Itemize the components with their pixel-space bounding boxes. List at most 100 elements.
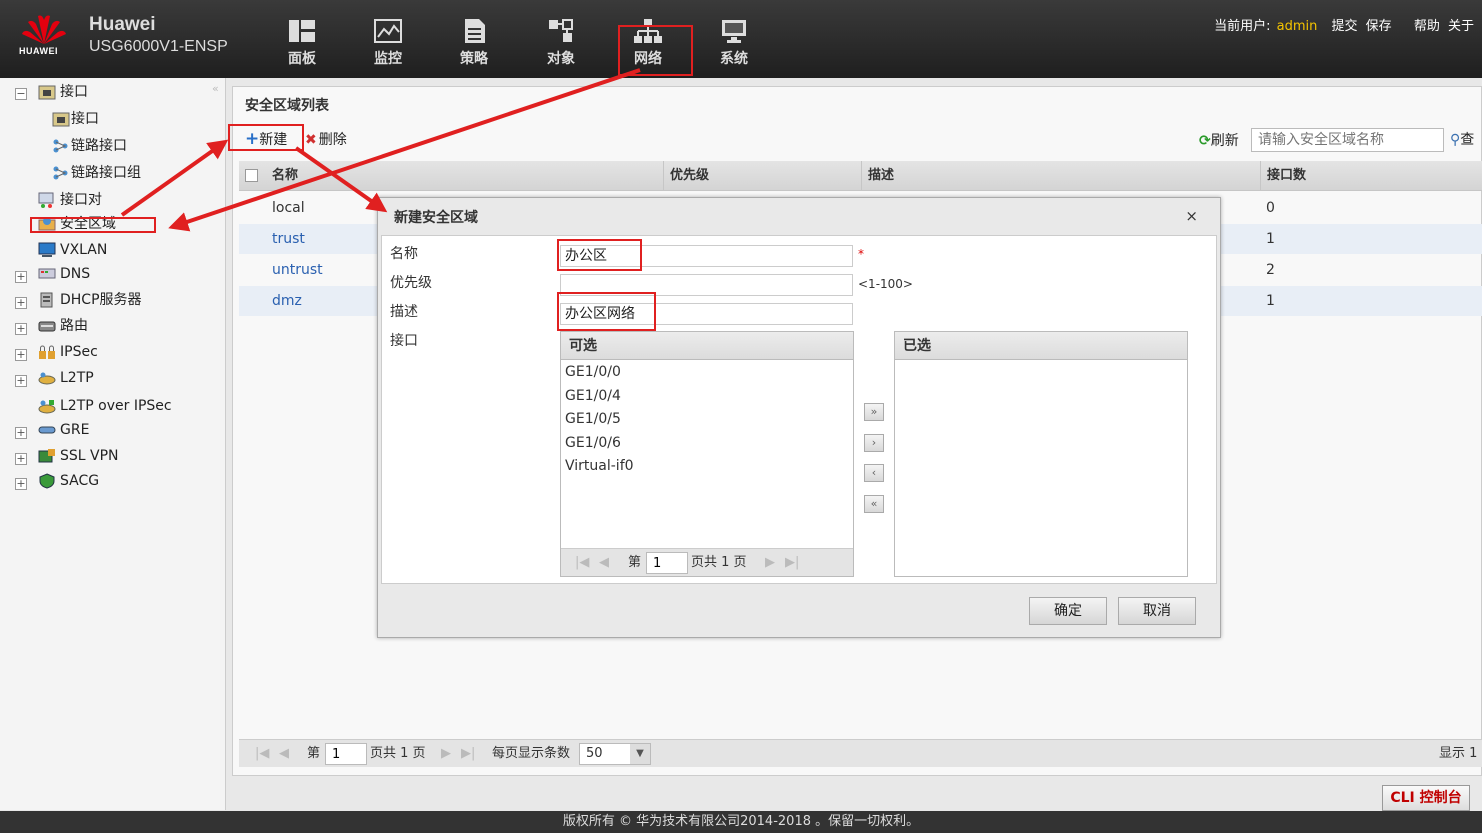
- list-item[interactable]: GE1/0/5: [565, 411, 621, 427]
- expand-toggle-icon[interactable]: +: [15, 271, 27, 283]
- cancel-button[interactable]: 取消: [1118, 597, 1196, 625]
- column-header-priority[interactable]: 优先级: [663, 161, 861, 191]
- current-user-label: 当前用户:: [1214, 19, 1271, 34]
- list-item[interactable]: GE1/0/4: [565, 388, 621, 404]
- sidebar-item-ipsec[interactable]: IPSec: [38, 341, 98, 363]
- move-all-right-button[interactable]: »: [864, 403, 884, 421]
- nav-object[interactable]: 对象: [531, 18, 591, 70]
- expand-toggle-icon[interactable]: +: [15, 453, 27, 465]
- per-page-select[interactable]: 50 ▼: [579, 743, 651, 765]
- sidebar-item-route[interactable]: 路由: [38, 315, 88, 337]
- cli-console-button[interactable]: CLI 控制台: [1382, 785, 1470, 811]
- sidebar-item-l2tp[interactable]: L2TP: [38, 367, 94, 389]
- nav-policy[interactable]: 策略: [444, 18, 504, 70]
- interface-icon: [38, 85, 56, 100]
- annotation-box-security-zone: [30, 217, 156, 233]
- table-pager: |◀ ◀ 第 页共 1 页 ▶ ▶| 每页显示条数 50 ▼ 显示 1: [239, 739, 1482, 767]
- zone-name[interactable]: untrust: [272, 255, 323, 285]
- zone-name[interactable]: trust: [272, 224, 305, 254]
- search-button[interactable]: ⚲查: [1450, 129, 1474, 149]
- sidebar-item-vxlan[interactable]: VXLAN: [38, 239, 107, 261]
- zone-name[interactable]: dmz: [272, 286, 302, 316]
- sidebar-item-sacg[interactable]: SACG: [38, 470, 99, 492]
- expand-toggle-icon[interactable]: +: [15, 349, 27, 361]
- list-item[interactable]: Virtual-if0: [565, 458, 634, 474]
- collapse-toggle-icon[interactable]: −: [15, 88, 27, 100]
- nav-label: 系统: [720, 51, 748, 67]
- sidebar-item-interface-pair[interactable]: 接口对: [38, 189, 102, 211]
- page-title: 安全区域列表: [245, 98, 329, 114]
- prev-page-icon[interactable]: ◀: [279, 740, 289, 768]
- about-link[interactable]: 关于: [1448, 19, 1474, 34]
- document-icon: [465, 19, 485, 43]
- close-icon[interactable]: ×: [1185, 207, 1198, 225]
- sidebar-item-l2tp-over-ipsec[interactable]: L2TP over IPSec: [38, 395, 172, 417]
- sidebar-item-interface-sub[interactable]: 接口: [52, 108, 99, 130]
- help-link[interactable]: 帮助: [1414, 19, 1440, 34]
- sidebar-item-ssl-vpn[interactable]: SSL VPN: [38, 445, 119, 467]
- submit-link[interactable]: 提交: [1332, 19, 1358, 34]
- expand-toggle-icon[interactable]: +: [15, 323, 27, 335]
- expand-toggle-icon[interactable]: +: [15, 427, 27, 439]
- save-link[interactable]: 保存: [1366, 19, 1392, 34]
- list-item[interactable]: GE1/0/6: [565, 435, 621, 451]
- selected-list-header: 已选: [895, 332, 1187, 360]
- interface-label: 接口: [390, 333, 418, 349]
- sidebar-item-dhcp-server[interactable]: DHCP服务器: [38, 289, 142, 311]
- chevron-down-icon: ▼: [630, 744, 650, 764]
- nav-system[interactable]: 系统: [704, 18, 764, 70]
- dashboard-icon: [289, 20, 315, 42]
- expand-toggle-icon[interactable]: +: [15, 478, 27, 490]
- description-label: 描述: [390, 304, 418, 320]
- delete-button-label: 删除: [318, 132, 347, 148]
- move-right-button[interactable]: ›: [864, 434, 884, 452]
- collapse-sidebar-button[interactable]: «: [212, 82, 219, 95]
- last-page-icon[interactable]: ▶|: [461, 740, 475, 768]
- column-header-name[interactable]: 名称: [266, 161, 664, 191]
- next-page-icon[interactable]: ▶: [765, 549, 775, 577]
- refresh-icon: ⟳: [1199, 133, 1211, 149]
- zone-search-input[interactable]: [1251, 128, 1444, 152]
- gre-tunnel-icon: [38, 426, 56, 434]
- last-page-icon[interactable]: ▶|: [785, 549, 799, 577]
- next-page-icon[interactable]: ▶: [441, 740, 451, 768]
- l2tp-over-ipsec-icon: [38, 400, 56, 414]
- search-button-label-partial: 查: [1460, 132, 1475, 148]
- page-prefix: 第: [307, 746, 321, 761]
- list-page-input[interactable]: [646, 552, 688, 574]
- username: admin: [1276, 19, 1318, 34]
- name-label: 名称: [390, 246, 418, 262]
- column-header-description[interactable]: 描述: [861, 161, 1261, 191]
- dialog-body: 名称 办公区 * 优先级 <1-100> 描述 办公区网络 接口 可选 GE1/…: [381, 235, 1217, 584]
- expand-toggle-icon[interactable]: +: [15, 297, 27, 309]
- column-header-interface-count[interactable]: 接口数: [1260, 161, 1482, 191]
- page-suffix: 页共 1 页: [691, 555, 747, 570]
- prev-page-icon[interactable]: ◀: [599, 549, 609, 577]
- sidebar-item-link-interface-group[interactable]: 链路接口组: [52, 162, 141, 184]
- per-page-label: 每页显示条数: [492, 746, 571, 761]
- display-count: 显示 1: [1439, 746, 1478, 761]
- checkbox[interactable]: [245, 169, 258, 182]
- table-header: 名称 优先级 描述 接口数: [239, 161, 1482, 191]
- select-all-checkbox-cell[interactable]: [239, 161, 269, 191]
- sidebar-item-interface[interactable]: 接口: [38, 81, 88, 103]
- ok-button[interactable]: 确定: [1029, 597, 1107, 625]
- brand-name: Huawei: [89, 14, 156, 35]
- page-number-input[interactable]: [325, 743, 367, 765]
- nav-dashboard[interactable]: 面板: [272, 18, 332, 70]
- expand-toggle-icon[interactable]: +: [15, 375, 27, 387]
- move-left-button[interactable]: ‹: [864, 464, 884, 482]
- page-prefix: 第: [628, 555, 642, 570]
- delete-button[interactable]: ✖ 删除: [305, 129, 347, 149]
- nav-monitor[interactable]: 监控: [358, 18, 418, 70]
- move-all-left-button[interactable]: «: [864, 495, 884, 513]
- refresh-button[interactable]: ⟳刷新: [1199, 130, 1239, 150]
- list-item[interactable]: GE1/0/0: [565, 364, 621, 380]
- first-page-icon[interactable]: |◀: [255, 740, 269, 768]
- sidebar-item-link-interface[interactable]: 链路接口: [52, 135, 127, 157]
- sidebar-item-gre[interactable]: GRE: [38, 419, 89, 441]
- sidebar-item-dns[interactable]: DNS: [38, 263, 90, 285]
- sidebar-item-label: IPSec: [60, 344, 98, 360]
- first-page-icon[interactable]: |◀: [575, 549, 589, 577]
- nav-label: 面板: [288, 51, 316, 67]
